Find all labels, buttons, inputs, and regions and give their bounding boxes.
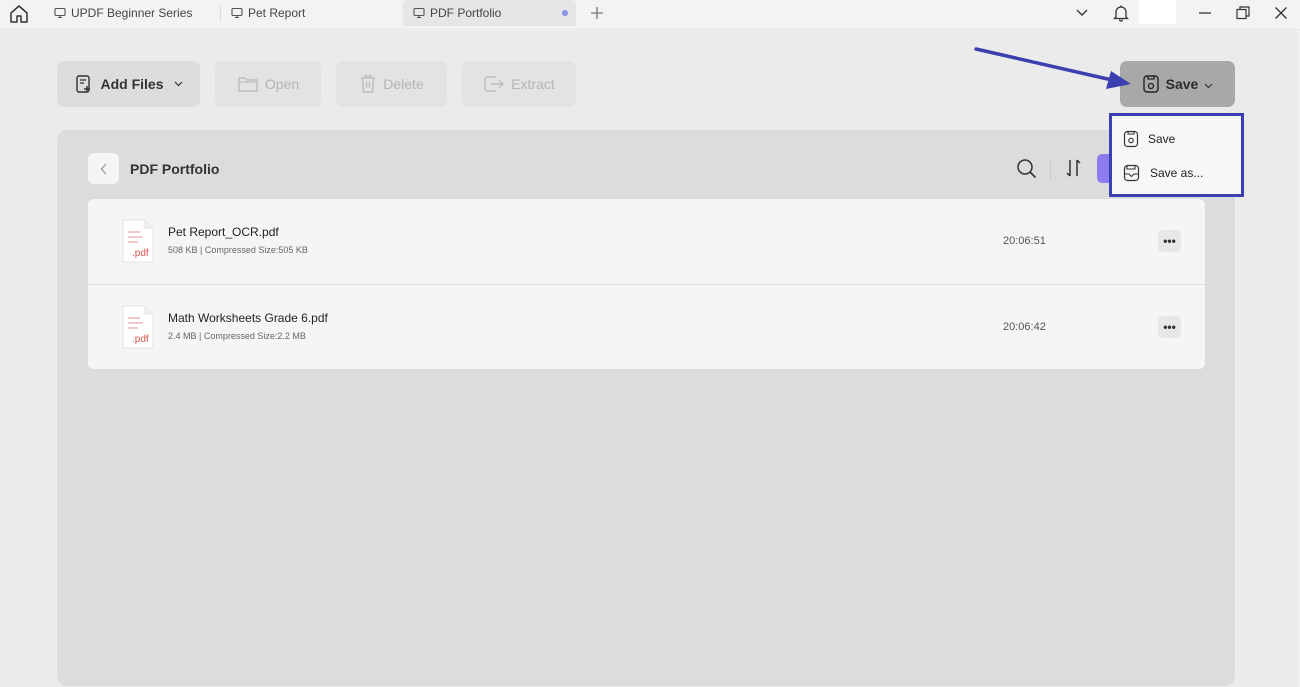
sort-icon[interactable]: [1064, 158, 1084, 183]
monitor-icon: [413, 7, 425, 19]
delete-button[interactable]: Delete: [336, 61, 447, 107]
unsaved-dot-icon[interactable]: [562, 10, 568, 16]
close-icon[interactable]: [1269, 2, 1293, 24]
menu-item-save[interactable]: Save: [1123, 128, 1175, 150]
chevron-down-icon: [174, 79, 183, 90]
tab-updf-beginner-series[interactable]: UPDF Beginner Series: [44, 0, 220, 26]
more-options-icon[interactable]: •••: [1158, 316, 1181, 338]
add-files-button[interactable]: Add Files: [57, 61, 200, 107]
pdf-file-icon: .pdf: [121, 305, 155, 354]
file-ext: .pdf: [132, 248, 149, 259]
monitor-icon: [231, 7, 243, 19]
restore-icon[interactable]: [1231, 2, 1255, 24]
bell-icon[interactable]: [1109, 2, 1133, 24]
file-time: 20:06:42: [1003, 321, 1046, 333]
monitor-icon: [54, 7, 66, 19]
menu-item-save-as[interactable]: Save as...: [1123, 162, 1203, 184]
pdf-file-icon: .pdf: [121, 219, 155, 268]
title-bar: UPDF Beginner Series Pet Report PDF Port…: [0, 0, 1300, 30]
file-name: Pet Report_OCR.pdf: [168, 225, 279, 239]
save-icon: [1123, 130, 1139, 148]
save-menu: Save Save as...: [1109, 113, 1244, 197]
save-as-icon: [1123, 164, 1140, 182]
extract-icon: [484, 76, 505, 92]
add-files-label: Add Files: [100, 76, 164, 92]
back-button[interactable]: [88, 153, 119, 184]
save-button[interactable]: Save: [1120, 61, 1235, 107]
save-label: Save: [1165, 76, 1199, 92]
menu-item-label: Save: [1148, 132, 1176, 146]
chevron-down-icon: [1204, 76, 1213, 92]
file-list: .pdf Pet Report_OCR.pdf 508 KB | Compres…: [88, 199, 1205, 369]
folder-icon: [238, 77, 258, 92]
search-icon[interactable]: [1016, 158, 1037, 184]
open-button[interactable]: Open: [215, 61, 321, 107]
trash-icon: [361, 75, 376, 93]
extract-label: Extract: [511, 76, 555, 92]
home-icon[interactable]: [8, 3, 30, 25]
menu-item-label: Save as...: [1150, 166, 1204, 180]
add-file-icon: [76, 75, 91, 93]
open-label: Open: [264, 76, 300, 92]
tab-pet-report[interactable]: Pet Report: [221, 0, 397, 26]
view-toggle[interactable]: [1097, 154, 1109, 183]
tab-label: Pet Report: [248, 6, 306, 20]
chevron-left-icon: [100, 163, 106, 174]
file-meta: 2.4 MB | Compressed Size:2.2 MB: [168, 331, 306, 341]
chevron-down-icon[interactable]: [1070, 2, 1094, 24]
tab-label: UPDF Beginner Series: [71, 6, 193, 20]
file-time: 20:06:51: [1003, 235, 1046, 247]
list-item[interactable]: .pdf Pet Report_OCR.pdf 508 KB | Compres…: [88, 199, 1205, 284]
account-placeholder[interactable]: [1139, 0, 1176, 24]
new-tab-icon[interactable]: [585, 2, 609, 24]
save-icon: [1142, 75, 1159, 93]
tab-pdf-portfolio[interactable]: PDF Portfolio: [403, 0, 576, 26]
list-item[interactable]: .pdf Math Worksheets Grade 6.pdf 2.4 MB …: [88, 284, 1205, 369]
file-name: Math Worksheets Grade 6.pdf: [168, 311, 328, 325]
minimize-icon[interactable]: [1193, 2, 1217, 24]
page-title: PDF Portfolio: [130, 161, 220, 177]
file-meta: 508 KB | Compressed Size:505 KB: [168, 245, 308, 255]
tab-label: PDF Portfolio: [430, 6, 502, 20]
delete-label: Delete: [383, 76, 424, 92]
more-options-icon[interactable]: •••: [1158, 230, 1181, 252]
extract-button[interactable]: Extract: [462, 61, 576, 107]
toolbar-divider: [1050, 159, 1051, 179]
file-ext: .pdf: [132, 334, 149, 345]
